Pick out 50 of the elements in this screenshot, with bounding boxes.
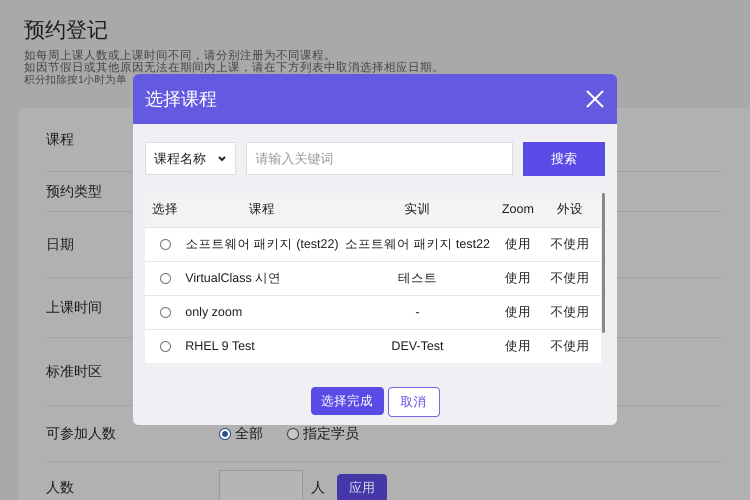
zoom-status: 使用 [504, 270, 531, 285]
apply-button[interactable]: 应用 [337, 474, 387, 500]
practice-name: 테스트 [398, 270, 437, 285]
page-note: 积分扣除按1小时为单 [24, 74, 127, 86]
device-status: 不使用 [550, 270, 590, 285]
filter-select[interactable]: 课程名称 [145, 142, 236, 175]
device-status: 不使用 [550, 338, 590, 353]
page-note: 如每周上课人数或上课时间不同，请分别注册为不同课程。 [24, 50, 336, 62]
practice-name: - [415, 304, 420, 319]
column-header: 选择 [145, 193, 186, 227]
participant-radio[interactable]: 全部 [219, 423, 263, 444]
close-icon[interactable] [585, 89, 605, 109]
practice-name: DEV-Test [391, 338, 444, 353]
page-title: 预约登记 [24, 18, 108, 44]
dialog-title: 选择课程 [145, 88, 217, 110]
form-label: 课程 [46, 130, 74, 146]
form-label: 人数 [46, 478, 74, 494]
count-field[interactable] [219, 470, 303, 500]
search-button[interactable]: 搜索 [522, 142, 605, 176]
zoom-status: 使用 [504, 304, 531, 319]
form-label: 上课时间 [46, 298, 102, 314]
device-status: 不使用 [550, 236, 590, 251]
search-field[interactable]: 请输入关键词 [246, 142, 513, 175]
form-label: 预约类型 [46, 182, 102, 198]
course-name: only zoom [185, 304, 242, 319]
scrollbar[interactable] [602, 193, 605, 333]
participant-radio[interactable]: 指定学员 [287, 423, 359, 444]
course-name: RHEL 9 Test [185, 338, 255, 353]
row-radio[interactable] [160, 306, 171, 318]
cancel-button[interactable]: 取消 [388, 387, 440, 417]
column-header: 课程 [185, 193, 339, 227]
form-label: 可参加人数 [46, 424, 116, 440]
column-header: 外设 [539, 193, 602, 227]
confirm-button[interactable]: 选择完成 [310, 387, 384, 415]
column-header: 实训 [338, 193, 496, 227]
row-radio[interactable] [160, 341, 171, 352]
form-label: 标准时区 [46, 362, 102, 378]
column-header: Zoom [496, 193, 540, 227]
course-name: VirtualClass 시연 [185, 270, 282, 285]
form-label: 日期 [46, 236, 74, 252]
row-radio[interactable] [160, 272, 171, 284]
course-name: 소프트웨어 패키지 (test22) [185, 236, 339, 251]
unit-label: 人 [311, 478, 325, 497]
chevron-icon [217, 154, 228, 164]
row-radio[interactable] [160, 238, 171, 250]
practice-name: 소프트웨어 패키지 test22 [344, 236, 490, 251]
zoom-status: 使用 [504, 338, 531, 353]
page-note: 如因节假日或其他原因无法在期间内上课，请在下方列表中取消选择相应日期。 [24, 62, 444, 74]
device-status: 不使用 [550, 304, 590, 319]
zoom-status: 使用 [504, 236, 531, 251]
